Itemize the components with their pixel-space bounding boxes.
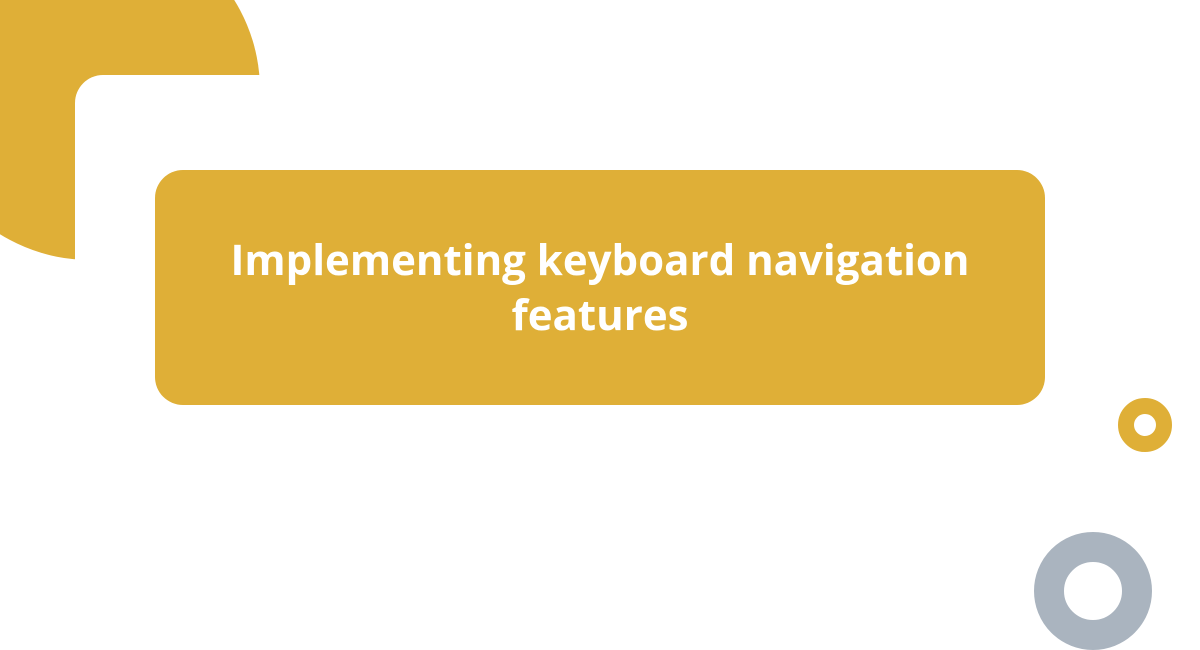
title-card: Implementing keyboard navigation feature… [155,170,1045,405]
title-text: Implementing keyboard navigation feature… [215,233,985,342]
ring-accent-icon [1118,398,1172,452]
ring-neutral-icon [1034,532,1152,650]
